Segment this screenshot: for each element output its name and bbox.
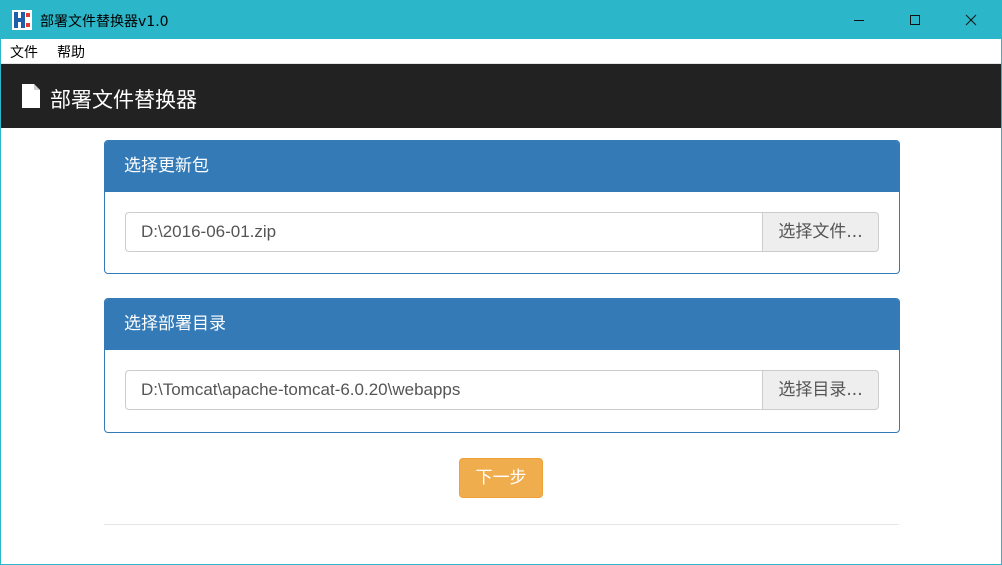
choose-file-button[interactable]: 选择文件...: [762, 212, 879, 252]
title-bar[interactable]: 部署文件替换器v1.0: [1, 1, 1001, 39]
minimize-icon: [854, 20, 864, 21]
menu-bar: 文件 帮助: [1, 39, 1001, 64]
next-step-button[interactable]: 下一步: [459, 458, 543, 498]
panel-heading: 选择更新包: [105, 141, 899, 192]
panel-heading: 选择部署目录: [105, 299, 899, 350]
menu-item-help[interactable]: 帮助: [57, 42, 85, 62]
close-button[interactable]: [943, 1, 999, 39]
minimize-button[interactable]: [831, 1, 887, 39]
page-title: 部署文件替换器: [50, 88, 197, 112]
choose-directory-button[interactable]: 选择目录...: [762, 370, 879, 410]
maximize-button[interactable]: [887, 1, 943, 39]
deploy-directory-path-input[interactable]: [125, 370, 762, 410]
update-package-panel: 选择更新包 选择文件...: [104, 140, 900, 274]
deploy-directory-panel: 选择部署目录 选择目录...: [104, 298, 900, 433]
update-package-input-group: 选择文件...: [125, 212, 879, 252]
app-window: 部署文件替换器v1.0 文件 帮助 部署文件替换器 选择更新包 D:\2016-…: [0, 0, 1002, 565]
close-icon: [965, 14, 977, 26]
maximize-icon: [910, 15, 920, 25]
app-logo-icon: [12, 10, 32, 30]
update-package-path-input[interactable]: [125, 212, 762, 252]
deploy-directory-input-group: 选择目录...: [125, 370, 879, 410]
window-title: 部署文件替换器v1.0: [40, 14, 169, 30]
file-icon: [21, 84, 41, 112]
divider: [104, 524, 899, 525]
app-header: 部署文件替换器: [1, 64, 1001, 128]
menu-item-file[interactable]: 文件: [10, 42, 38, 62]
